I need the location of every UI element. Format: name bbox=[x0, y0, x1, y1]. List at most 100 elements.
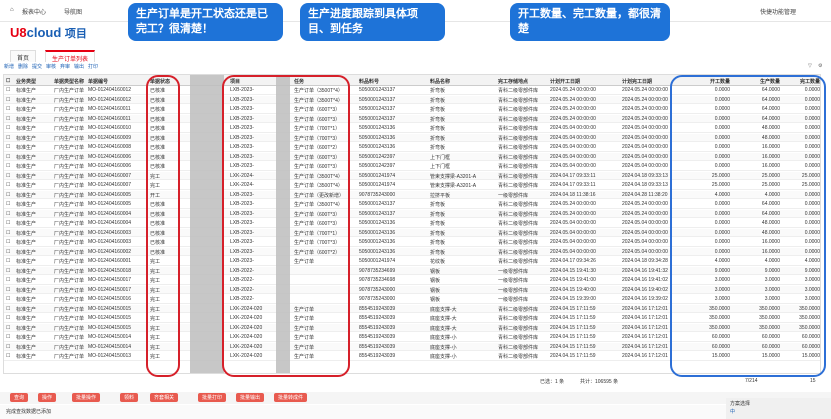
table-cell: 5050001243137 bbox=[359, 87, 396, 93]
column-header[interactable]: 料品名称 bbox=[430, 78, 496, 85]
column-header[interactable]: 单据编号 bbox=[88, 78, 150, 85]
table-cell: 标准生产 bbox=[16, 278, 37, 284]
table-cell: 青科二级零部件库 bbox=[498, 154, 539, 161]
table-cell: 厂内生产订单 bbox=[54, 297, 85, 303]
table-cell: 2024.04.18 11:38:16 bbox=[550, 191, 596, 198]
table-cell: 2024.05.04 00:00:00 bbox=[550, 144, 596, 150]
table-cell: 底座支撑-小 bbox=[430, 335, 457, 341]
quick-func-link[interactable]: 快捷功能管理 bbox=[760, 7, 796, 16]
settings-icon[interactable]: ⚙ bbox=[818, 63, 822, 69]
column-header[interactable]: 计划开工日期 bbox=[550, 78, 620, 85]
table-cell: 厂内生产订单 bbox=[54, 164, 85, 170]
column-header[interactable]: 业务类型 bbox=[16, 78, 54, 85]
table-cell: 厂内生产订单 bbox=[54, 335, 85, 341]
table-cell: 厂内生产订单 bbox=[54, 154, 85, 161]
table-cell: 2024.05.04 00:00:00 bbox=[550, 229, 596, 236]
table-cell: MO-012404150014 bbox=[88, 343, 132, 350]
material-button[interactable]: 领料 bbox=[120, 393, 139, 402]
row-checkbox[interactable]: ☐ bbox=[6, 87, 10, 93]
table-cell: 钢板 bbox=[430, 287, 441, 294]
unapprove-button[interactable]: 弃审 bbox=[60, 63, 70, 70]
table-cell: 底座支撑-大 bbox=[430, 306, 457, 313]
export-button[interactable]: 输出 bbox=[74, 63, 84, 70]
row-checkbox[interactable]: ☐ bbox=[6, 154, 10, 160]
home-icon[interactable]: ⌂ bbox=[10, 7, 14, 13]
row-checkbox[interactable]: ☐ bbox=[6, 163, 10, 169]
table-cell: 青科二级零部件库 bbox=[498, 116, 539, 123]
table-cell: 青科二级零部件库 bbox=[498, 325, 539, 332]
filter-icon[interactable]: ▽ bbox=[808, 63, 812, 69]
table-cell: 8554519243039 bbox=[359, 343, 396, 350]
table-cell: 5050001243137 bbox=[359, 201, 396, 207]
row-checkbox[interactable]: ☐ bbox=[6, 144, 10, 150]
row-checkbox[interactable]: ☐ bbox=[6, 230, 10, 236]
table-cell: 标准生产 bbox=[16, 135, 37, 142]
approve-button[interactable]: 审核 bbox=[46, 63, 56, 70]
row-checkbox[interactable]: ☐ bbox=[6, 173, 10, 179]
row-checkbox[interactable]: ☐ bbox=[6, 268, 10, 274]
table-cell: 2024.04.15 17:11:59 bbox=[550, 353, 596, 359]
new-button[interactable]: 新增 bbox=[4, 63, 14, 70]
table-cell: 青科二级零部件库 bbox=[498, 107, 539, 113]
tab-home[interactable]: 首页 bbox=[10, 50, 37, 62]
report-center-link[interactable]: 报表中心 bbox=[22, 7, 46, 16]
row-checkbox[interactable]: ☐ bbox=[6, 315, 10, 321]
kitting-button[interactable]: 齐套相关 bbox=[150, 393, 179, 402]
row-checkbox[interactable]: ☐ bbox=[6, 325, 10, 331]
row-checkbox[interactable]: ☐ bbox=[6, 182, 10, 188]
table-cell: 青科二级零部件库 bbox=[498, 164, 539, 170]
column-header[interactable]: 单据类型名称 bbox=[54, 78, 88, 85]
row-checkbox[interactable]: ☐ bbox=[6, 287, 10, 293]
print-button[interactable]: 打印 bbox=[88, 63, 98, 70]
row-checkbox[interactable]: ☐ bbox=[6, 116, 10, 122]
row-checkbox[interactable]: ☐ bbox=[6, 220, 10, 226]
operate-button[interactable]: 操作 bbox=[38, 393, 57, 402]
batch-operate-button[interactable]: 批量操作 bbox=[72, 393, 101, 402]
table-cell: 标准生产 bbox=[16, 107, 37, 113]
page-indicator[interactable]: 7/214 bbox=[745, 378, 758, 384]
table-cell: 5050001243136 bbox=[359, 220, 396, 226]
table-cell: MO-012404160005 bbox=[88, 201, 132, 207]
per-page[interactable]: 15 bbox=[810, 378, 816, 384]
select-all-checkbox[interactable]: ☐ bbox=[6, 78, 10, 84]
table-cell: 5050001241974 bbox=[359, 258, 396, 264]
column-header[interactable]: 料品料号 bbox=[359, 78, 429, 85]
nav-link[interactable]: 导航图 bbox=[64, 7, 82, 16]
table-cell: 厂内生产订单 bbox=[54, 249, 85, 256]
row-checkbox[interactable]: ☐ bbox=[6, 344, 10, 350]
table-cell: 青科二级零部件库 bbox=[498, 230, 539, 237]
row-checkbox[interactable]: ☐ bbox=[6, 97, 10, 103]
row-checkbox[interactable]: ☐ bbox=[6, 277, 10, 283]
row-checkbox[interactable]: ☐ bbox=[6, 201, 10, 207]
batch-export-button[interactable]: 批量输出 bbox=[236, 393, 265, 402]
row-checkbox[interactable]: ☐ bbox=[6, 125, 10, 131]
table-cell: 8554519243039 bbox=[359, 334, 396, 340]
row-checkbox[interactable]: ☐ bbox=[6, 334, 10, 340]
submit-button[interactable]: 提交 bbox=[32, 63, 42, 70]
row-checkbox[interactable]: ☐ bbox=[6, 296, 10, 302]
row-checkbox[interactable]: ☐ bbox=[6, 258, 10, 264]
row-checkbox[interactable]: ☐ bbox=[6, 106, 10, 112]
row-checkbox[interactable]: ☐ bbox=[6, 135, 10, 141]
table-cell: 折弯板 bbox=[430, 202, 446, 208]
row-checkbox[interactable]: ☐ bbox=[6, 239, 10, 245]
table-cell: 2024.05.04 00:00:00 bbox=[550, 248, 596, 255]
row-checkbox[interactable]: ☐ bbox=[6, 353, 10, 359]
table-cell: 厂内生产订单 bbox=[54, 230, 85, 237]
column-header[interactable]: 完工存储地点 bbox=[498, 78, 550, 85]
batch-convert-button[interactable]: 批量转成件 bbox=[274, 393, 308, 402]
row-checkbox[interactable]: ☐ bbox=[6, 306, 10, 312]
row-checkbox[interactable]: ☐ bbox=[6, 211, 10, 217]
table-cell: 标准生产 bbox=[16, 126, 37, 132]
table-cell: 底座支撑-小 bbox=[430, 354, 457, 360]
table-cell: MO-012404160004 bbox=[88, 220, 132, 226]
delete-button[interactable]: 删除 bbox=[18, 63, 28, 70]
tab-production-order-list[interactable]: 生产订单列表 bbox=[45, 50, 96, 63]
table-cell: 底座支撑-大 bbox=[430, 325, 457, 332]
row-checkbox[interactable]: ☐ bbox=[6, 249, 10, 255]
query-button[interactable]: 查询 bbox=[10, 393, 29, 402]
table-cell: 9078735234699 bbox=[359, 267, 396, 274]
batch-print-button[interactable]: 批量打印 bbox=[198, 393, 227, 402]
row-checkbox[interactable]: ☐ bbox=[6, 192, 10, 198]
table-cell: 8554519243039 bbox=[359, 315, 396, 321]
